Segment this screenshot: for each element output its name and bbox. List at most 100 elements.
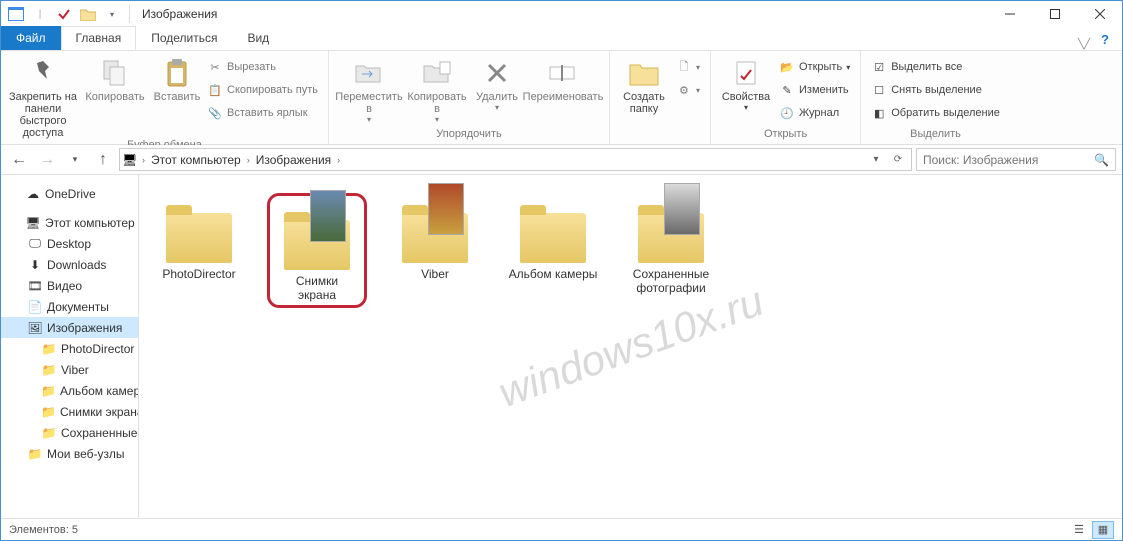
copyto-button[interactable]: Копировать в▾ bbox=[403, 53, 471, 124]
help-icon[interactable]: ? bbox=[1094, 28, 1116, 50]
group-label-organize: Упорядочить bbox=[335, 128, 603, 144]
tree-photodirector[interactable]: 📁PhotoDirector bbox=[1, 338, 138, 359]
folder-icon bbox=[636, 193, 706, 263]
onedrive-icon: ☁ bbox=[25, 186, 41, 202]
history-dropdown[interactable]: ▾ bbox=[865, 154, 887, 165]
delete-button[interactable]: Удалить▾ bbox=[471, 53, 523, 112]
tab-file[interactable]: Файл bbox=[1, 26, 61, 50]
tab-view[interactable]: Вид bbox=[232, 26, 284, 50]
rename-button[interactable]: Переименовать bbox=[523, 53, 603, 103]
paste-shortcut-button[interactable]: 📎Вставить ярлык bbox=[203, 103, 322, 123]
select-none-button[interactable]: ☐Снять выделение bbox=[867, 80, 1004, 100]
tree-downloads[interactable]: ⬇Downloads bbox=[1, 254, 138, 275]
ribbon-group-clipboard: Закрепить на панели быстрого доступа Коп… bbox=[1, 51, 329, 144]
folder-qat-icon[interactable] bbox=[77, 3, 99, 25]
tree-video[interactable]: 🎞Видео bbox=[1, 275, 138, 296]
details-view-button[interactable]: ☰ bbox=[1068, 521, 1090, 539]
icons-view-button[interactable]: ▦ bbox=[1092, 521, 1114, 539]
properties-qat-icon[interactable] bbox=[53, 3, 75, 25]
folder-icon: 📁 bbox=[27, 446, 43, 462]
copy-path-button[interactable]: 📋Скопировать путь bbox=[203, 80, 322, 100]
copypath-icon: 📋 bbox=[207, 82, 223, 98]
properties-button[interactable]: Свойства▾ bbox=[717, 53, 775, 112]
tree-favorites[interactable]: 📁Мои веб-узлы bbox=[1, 443, 138, 464]
documents-icon: 📄 bbox=[27, 299, 43, 315]
edit-button[interactable]: ✎Изменить bbox=[775, 80, 854, 100]
ribbon-group-new: Создать папку 🗋▾ ⚙▾ bbox=[610, 51, 711, 144]
search-box[interactable]: 🔍 bbox=[916, 148, 1116, 171]
folder-icon bbox=[164, 193, 234, 263]
folder-item[interactable]: Альбом камеры bbox=[503, 193, 603, 308]
select-buttons: ☑Выделить все ☐Снять выделение ◧Обратить… bbox=[867, 53, 1004, 123]
paste-icon bbox=[161, 57, 193, 89]
app-icon[interactable] bbox=[5, 3, 27, 25]
tree-onedrive[interactable]: ☁OneDrive bbox=[1, 183, 138, 204]
open-icon: 📂 bbox=[779, 59, 795, 75]
navigation-tree[interactable]: ☁OneDrive 🖥Этот компьютер 🖵Desktop ⬇Down… bbox=[1, 175, 139, 518]
recent-dropdown[interactable]: ▾ bbox=[63, 148, 87, 172]
folder-name: Сохраненные фотографии bbox=[621, 267, 721, 296]
close-button[interactable] bbox=[1077, 1, 1122, 27]
ribbon-group-open: Свойства▾ 📂Открыть▾ ✎Изменить 🕘Журнал От… bbox=[711, 51, 861, 144]
content-pane[interactable]: windows10x.ru PhotoDirectorСнимки экрана… bbox=[139, 175, 1122, 518]
invert-selection-button[interactable]: ◧Обратить выделение bbox=[867, 103, 1004, 123]
minimize-button[interactable] bbox=[987, 1, 1032, 27]
tree-this-pc[interactable]: 🖥Этот компьютер bbox=[1, 212, 138, 233]
breadcrumb-segment[interactable]: Этот компьютер bbox=[147, 153, 245, 167]
forward-button[interactable]: → bbox=[35, 148, 59, 172]
collapse-ribbon-icon[interactable]: ╲╱ bbox=[1078, 39, 1090, 50]
copy-icon bbox=[99, 57, 131, 89]
maximize-button[interactable] bbox=[1032, 1, 1077, 27]
ribbon: Закрепить на панели быстрого доступа Коп… bbox=[1, 51, 1122, 145]
tree-desktop[interactable]: 🖵Desktop bbox=[1, 233, 138, 254]
search-input[interactable] bbox=[923, 153, 1094, 167]
ribbon-tabs: Файл Главная Поделиться Вид ╲╱ ? bbox=[1, 27, 1122, 51]
folder-item[interactable]: Сохраненные фотографии bbox=[621, 193, 721, 308]
new-folder-button[interactable]: Создать папку bbox=[616, 53, 672, 115]
moveto-button[interactable]: Переместить в▾ bbox=[335, 53, 403, 124]
new-item-button[interactable]: 🗋▾ bbox=[672, 57, 704, 77]
breadcrumb-segment[interactable]: Изображения bbox=[252, 153, 335, 167]
folder-item[interactable]: Снимки экрана bbox=[267, 193, 367, 308]
chevron-right-icon[interactable]: › bbox=[335, 155, 342, 165]
folder-icon: 📁 bbox=[41, 383, 56, 399]
tree-album[interactable]: 📁Альбом камеры bbox=[1, 380, 138, 401]
tree-saved[interactable]: 📁Сохраненные bbox=[1, 422, 138, 443]
folder-icon: 📁 bbox=[41, 341, 57, 357]
refresh-button[interactable]: ⟳ bbox=[887, 154, 909, 165]
tab-share[interactable]: Поделиться bbox=[136, 26, 232, 50]
folder-icon bbox=[282, 200, 352, 270]
navigation-bar: ← → ▾ ↑ 🖥 › Этот компьютер › Изображения… bbox=[1, 145, 1122, 175]
easy-access-button[interactable]: ⚙▾ bbox=[672, 80, 704, 100]
folder-item[interactable]: PhotoDirector bbox=[149, 193, 249, 308]
tab-home[interactable]: Главная bbox=[61, 26, 137, 50]
history-button[interactable]: 🕘Журнал bbox=[775, 103, 854, 123]
qat-separator: | bbox=[29, 3, 51, 25]
tree-screenshots[interactable]: 📁Снимки экрана bbox=[1, 401, 138, 422]
chevron-right-icon[interactable]: › bbox=[245, 155, 252, 165]
select-all-button[interactable]: ☑Выделить все bbox=[867, 57, 1004, 77]
cut-button[interactable]: ✂Вырезать bbox=[203, 57, 322, 77]
back-button[interactable]: ← bbox=[7, 148, 31, 172]
tree-documents[interactable]: 📄Документы bbox=[1, 296, 138, 317]
pin-quickaccess-button[interactable]: Закрепить на панели быстрого доступа bbox=[7, 53, 79, 139]
paste-button[interactable]: Вставить bbox=[151, 53, 203, 103]
folder-icon: 📁 bbox=[41, 362, 57, 378]
folder-icon bbox=[518, 193, 588, 263]
folder-item[interactable]: Viber bbox=[385, 193, 485, 308]
tree-pictures[interactable]: 🖼Изображения bbox=[1, 317, 138, 338]
qat-divider bbox=[129, 5, 130, 23]
downloads-icon: ⬇ bbox=[27, 257, 43, 273]
copy-button[interactable]: Копировать bbox=[79, 53, 151, 103]
items-view: PhotoDirector Снимки экранаViberАльбом ка… bbox=[149, 193, 1112, 308]
chevron-right-icon[interactable]: › bbox=[140, 155, 147, 165]
tree-viber[interactable]: 📁Viber bbox=[1, 359, 138, 380]
up-button[interactable]: ↑ bbox=[91, 148, 115, 172]
properties-icon bbox=[730, 57, 762, 89]
folder-name: PhotoDirector bbox=[162, 267, 235, 281]
open-button[interactable]: 📂Открыть▾ bbox=[775, 57, 854, 77]
qat-dropdown-icon[interactable]: ▾ bbox=[101, 3, 123, 25]
address-bar[interactable]: 🖥 › Этот компьютер › Изображения › ▾ ⟳ bbox=[119, 148, 912, 171]
folder-icon: 📁 bbox=[41, 404, 56, 420]
cut-icon: ✂ bbox=[207, 59, 223, 75]
